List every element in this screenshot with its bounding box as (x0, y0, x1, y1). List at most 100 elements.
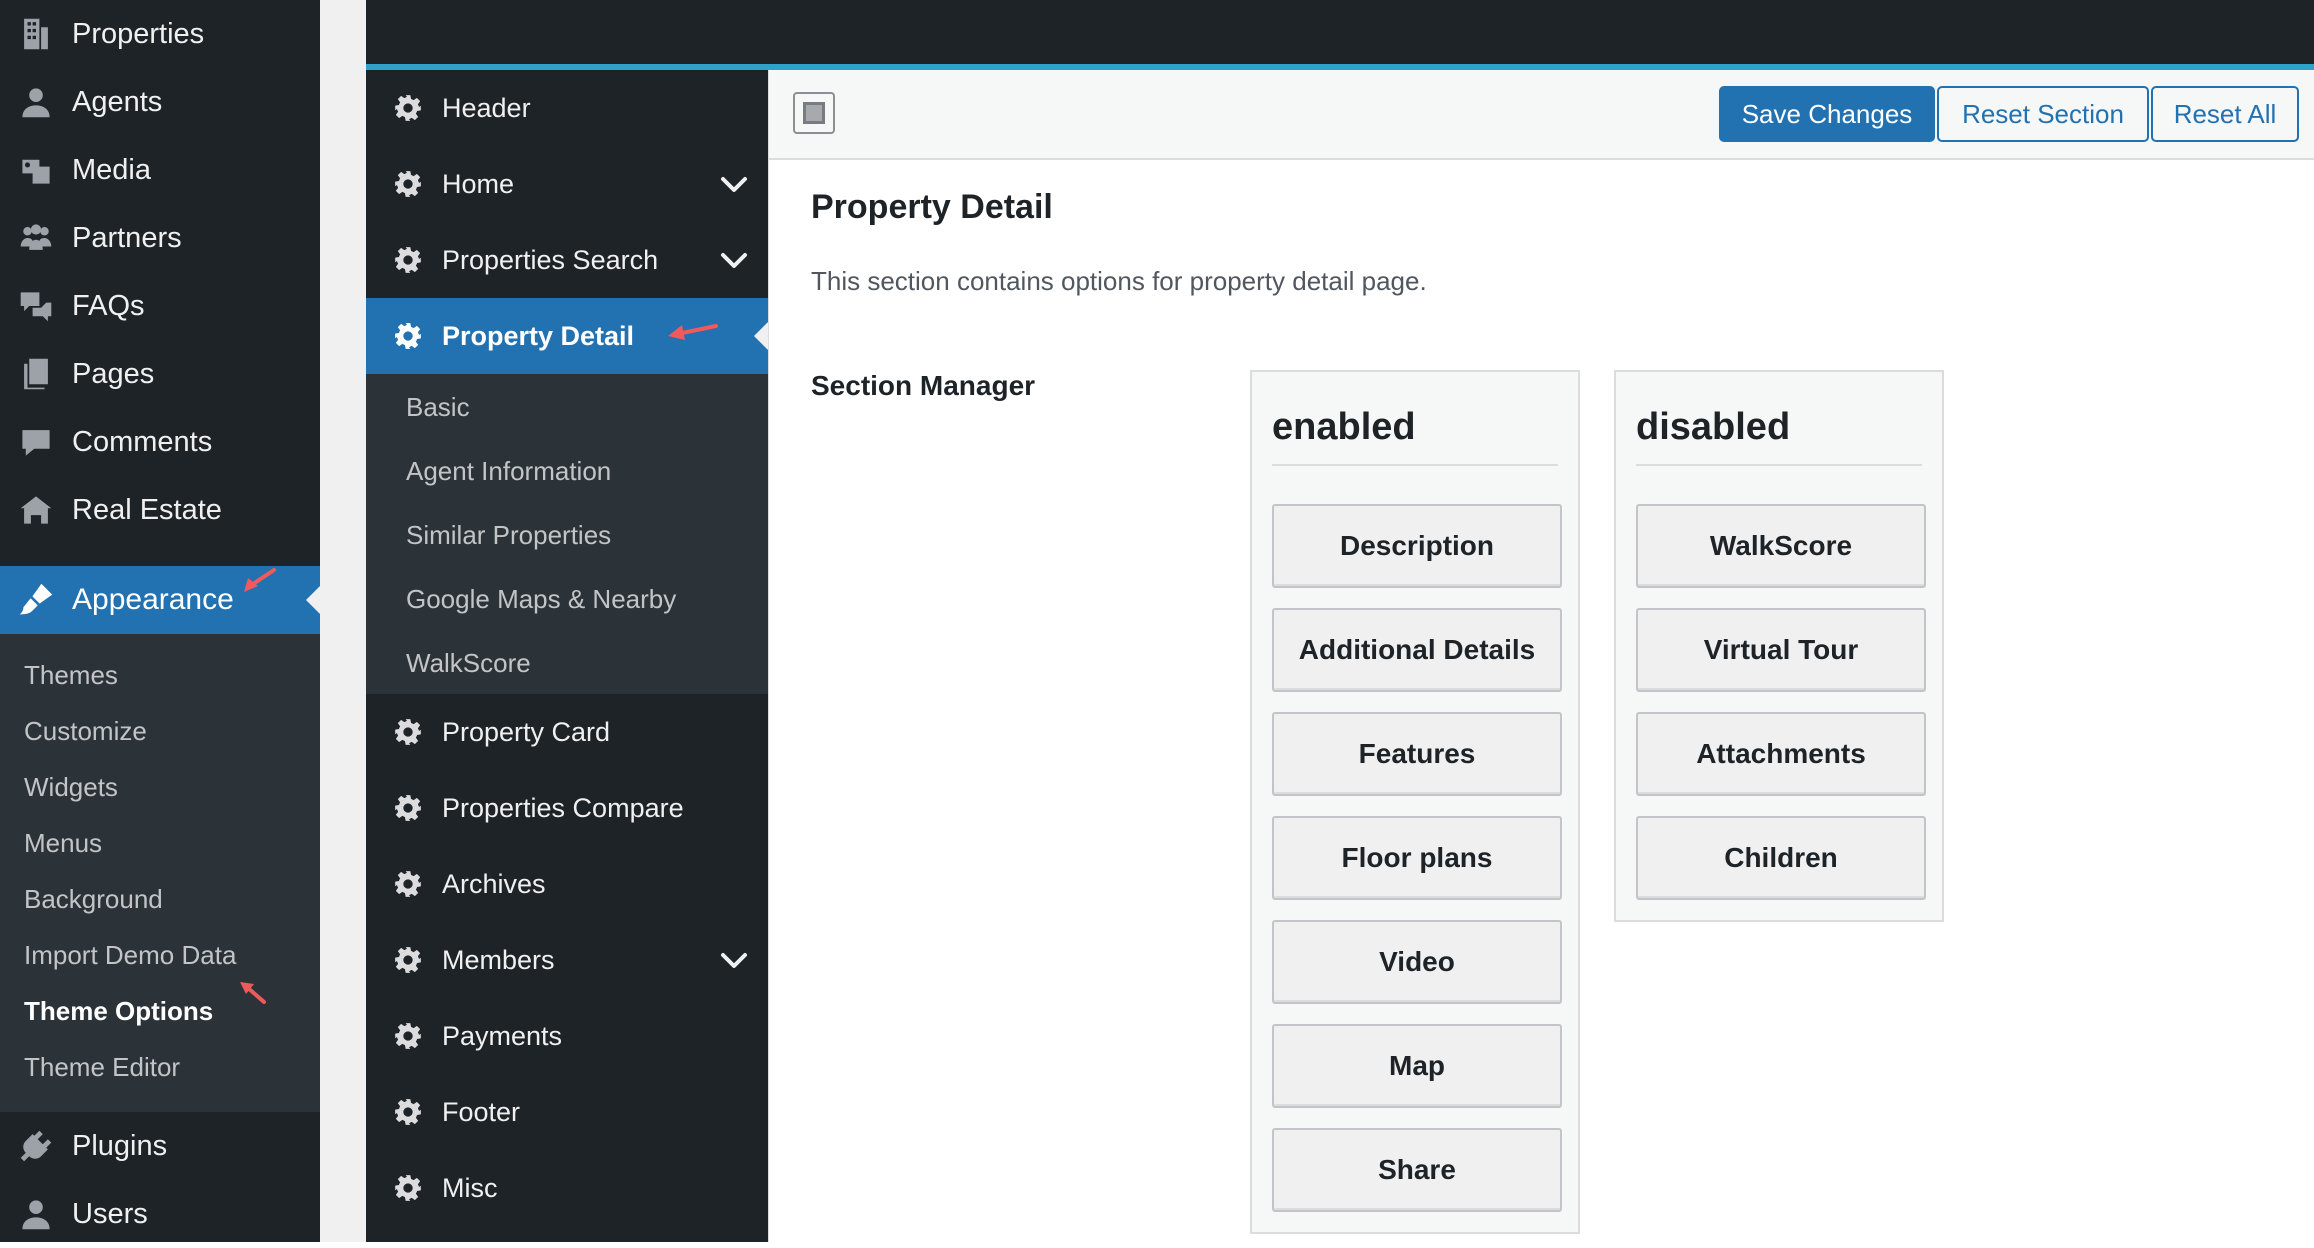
sortable-block[interactable]: Additional Details (1272, 608, 1562, 692)
options-tab-members[interactable]: Members (366, 922, 768, 998)
reset-all-button[interactable]: Reset All (2151, 86, 2299, 142)
gear-icon (394, 1019, 422, 1053)
gear-icon (394, 1095, 422, 1129)
submenu-item-themes[interactable]: Themes (24, 660, 118, 691)
options-tab-payments[interactable]: Payments (366, 998, 768, 1074)
admin-sidebar: Properties Agents Media Partners FAQs Pa… (0, 0, 320, 1242)
sortable-block[interactable]: Share (1272, 1128, 1562, 1212)
submenu-item-import-demo-data[interactable]: Import Demo Data (24, 940, 236, 971)
submenu-item-menus[interactable]: Menus (24, 828, 102, 859)
menu-item-pages[interactable]: Pages (0, 340, 320, 408)
gear-icon (394, 943, 422, 977)
gear-icon (394, 791, 422, 825)
person-icon (0, 85, 72, 119)
pages-icon (0, 357, 72, 391)
annotation-arrow-icon (236, 980, 266, 1004)
column-heading: enabled (1272, 406, 1416, 448)
sortable-block[interactable]: WalkScore (1636, 504, 1926, 588)
menu-item-partners[interactable]: Partners (0, 204, 320, 272)
options-tab-archives[interactable]: Archives (366, 846, 768, 922)
gear-icon (394, 91, 422, 125)
subtab-google-maps-nearby[interactable]: Google Maps & Nearby (406, 584, 676, 615)
column-heading: disabled (1636, 406, 1791, 448)
options-tab-label: Property Card (442, 716, 611, 747)
subtab-basic[interactable]: Basic (406, 392, 470, 423)
options-tab-properties-compare[interactable]: Properties Compare (366, 770, 768, 846)
menu-item-real-estate[interactable]: Real Estate (0, 476, 320, 544)
sortable-block[interactable]: Map (1272, 1024, 1562, 1108)
property-detail-submenu: Basic Agent Information Similar Properti… (366, 374, 768, 694)
menu-item-properties[interactable]: Properties (0, 0, 320, 68)
comment-icon (0, 425, 72, 459)
options-tab-home[interactable]: Home (366, 146, 768, 222)
options-tab-label: Payments (442, 1020, 563, 1051)
menu-item-label: FAQs (72, 289, 145, 322)
current-indicator (754, 322, 768, 350)
menu-item-plugins[interactable]: Plugins (0, 1112, 320, 1180)
chevron-down-icon[interactable] (720, 172, 748, 203)
options-tab-label: Properties Search (442, 244, 659, 275)
menu-item-users[interactable]: Users (0, 1180, 320, 1248)
groups-icon (0, 221, 72, 255)
section-description: This section contains options for proper… (811, 266, 1427, 296)
menu-item-label: Plugins (72, 1129, 168, 1162)
menu-item-label: Real Estate (72, 493, 222, 526)
options-tab-property-card[interactable]: Property Card (366, 694, 768, 770)
subtab-similar-properties[interactable]: Similar Properties (406, 520, 611, 551)
chevron-down-icon[interactable] (720, 948, 748, 979)
building-icon (0, 17, 72, 51)
gear-icon (394, 243, 422, 277)
gear-icon (394, 319, 422, 353)
options-tab-property-detail[interactable]: Property Detail (366, 298, 768, 374)
save-changes-button[interactable]: Save Changes (1719, 86, 1935, 142)
menu-item-label: Agents (72, 85, 163, 118)
gear-icon (394, 1171, 422, 1205)
menu-item-faqs[interactable]: FAQs (0, 272, 320, 340)
sortable-block[interactable]: Description (1272, 504, 1562, 588)
chevron-down-icon[interactable] (720, 248, 748, 279)
appearance-submenu: Themes Customize Widgets Menus Backgroun… (0, 634, 320, 1112)
subtab-agent-information[interactable]: Agent Information (406, 456, 611, 487)
subtab-walkscore[interactable]: WalkScore (406, 648, 531, 679)
sortable-block[interactable]: Floor plans (1272, 816, 1562, 900)
current-indicator (306, 586, 320, 614)
submenu-item-background[interactable]: Background (24, 884, 163, 915)
houses-icon (0, 493, 72, 527)
options-tab-footer[interactable]: Footer (366, 1074, 768, 1150)
submenu-item-widgets[interactable]: Widgets (24, 772, 118, 803)
reset-section-button[interactable]: Reset Section (1937, 86, 2149, 142)
menu-item-media[interactable]: Media (0, 136, 320, 204)
sortable-block[interactable]: Features (1272, 712, 1562, 796)
submenu-item-theme-options[interactable]: Theme Options (24, 996, 213, 1027)
media-icon (0, 153, 72, 187)
submenu-item-customize[interactable]: Customize (24, 716, 147, 747)
menu-item-label: Pages (72, 357, 155, 390)
options-tab-label: Footer (442, 1096, 521, 1127)
menu-item-agents[interactable]: Agents (0, 68, 320, 136)
menu-item-label: Users (72, 1197, 148, 1230)
options-toolbar: Save Changes Reset Section Reset All (769, 70, 2314, 160)
menu-item-comments[interactable]: Comments (0, 408, 320, 476)
expand-layout-icon[interactable] (793, 92, 835, 134)
section-title: Property Detail (811, 188, 1053, 226)
menu-item-label: Appearance (72, 583, 234, 616)
options-tab-properties-search[interactable]: Properties Search (366, 222, 768, 298)
options-tab-label: Members (442, 944, 555, 975)
sortable-block[interactable]: Attachments (1636, 712, 1926, 796)
speech-bubbles-icon (0, 289, 72, 323)
plug-icon (0, 1129, 72, 1163)
annotation-arrow-icon (240, 568, 276, 594)
menu-item-label: Partners (72, 221, 182, 254)
paintbrush-icon (0, 582, 72, 618)
content-gutter (320, 0, 366, 1242)
options-tab-misc[interactable]: Misc (366, 1150, 768, 1226)
sortable-block[interactable]: Children (1636, 816, 1926, 900)
sortable-block[interactable]: Virtual Tour (1636, 608, 1926, 692)
sortable-block[interactable]: Video (1272, 920, 1562, 1004)
menu-item-label: Comments (72, 425, 213, 458)
options-tab-header[interactable]: Header (366, 70, 768, 146)
gear-icon (394, 715, 422, 749)
submenu-item-theme-editor[interactable]: Theme Editor (24, 1052, 180, 1083)
person-icon (0, 1197, 72, 1231)
divider (1636, 464, 1922, 466)
